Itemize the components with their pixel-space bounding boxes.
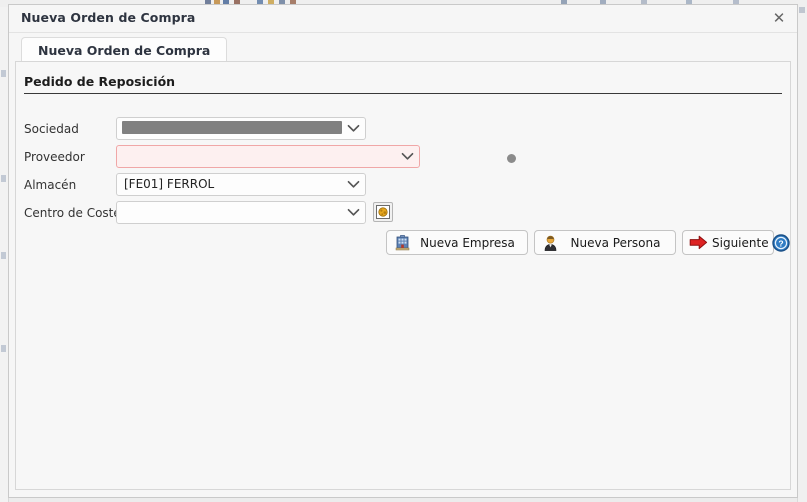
background-left-marker bbox=[1, 70, 6, 77]
siguiente-label: Siguiente bbox=[712, 235, 769, 250]
proveedor-combobox[interactable] bbox=[116, 145, 420, 168]
sociedad-redaction-bar bbox=[122, 121, 342, 134]
tab-nueva-orden-de-compra[interactable]: Nueva Orden de Compra bbox=[21, 37, 228, 64]
nueva-persona-button[interactable]: Nueva Persona bbox=[534, 230, 676, 255]
centro-de-coste-combobox[interactable] bbox=[116, 201, 366, 224]
centro-de-coste-value bbox=[124, 202, 339, 223]
almacen-value: [FE01] FERROL bbox=[124, 177, 215, 191]
chevron-down-icon[interactable] bbox=[395, 146, 419, 167]
svg-text:?: ? bbox=[778, 239, 783, 249]
dialog-titlebar: Nueva Orden de Compra ✕ bbox=[9, 5, 797, 33]
background-left-marker bbox=[1, 175, 6, 182]
label-sociedad: Sociedad bbox=[24, 122, 79, 136]
almacen-combobox[interactable]: [FE01] FERROL bbox=[116, 173, 366, 196]
sociedad-combobox[interactable] bbox=[116, 117, 366, 140]
label-proveedor: Proveedor bbox=[24, 150, 85, 164]
proveedor-value bbox=[124, 146, 393, 167]
section-heading: Pedido de Reposición bbox=[24, 74, 782, 94]
nueva-empresa-button[interactable]: Nueva Empresa bbox=[386, 230, 528, 255]
background-right-strip bbox=[797, 7, 807, 502]
chevron-down-icon[interactable] bbox=[341, 202, 365, 223]
tab-label: Nueva Orden de Compra bbox=[38, 43, 211, 58]
red-arrow-right-icon bbox=[688, 234, 708, 252]
centro-de-coste-browse-button[interactable] bbox=[373, 202, 393, 222]
close-icon[interactable]: ✕ bbox=[769, 8, 789, 28]
new-purchase-order-dialog: Nueva Orden de Compra ✕ Nueva Orden de C… bbox=[8, 4, 798, 498]
help-question-icon[interactable]: ? bbox=[772, 234, 790, 252]
label-centro-de-coste: Centro de Coste bbox=[24, 206, 121, 220]
nueva-persona-label: Nueva Persona bbox=[570, 235, 661, 250]
person-icon bbox=[540, 234, 560, 252]
tab-strip: Nueva Orden de Compra bbox=[9, 33, 797, 64]
background-left-marker bbox=[1, 252, 6, 259]
gray-dot-indicator bbox=[507, 154, 516, 163]
nueva-empresa-label: Nueva Empresa bbox=[420, 235, 515, 250]
dialog-title: Nueva Orden de Compra bbox=[21, 10, 196, 25]
background-left-marker bbox=[1, 345, 6, 352]
browse-lookup-icon bbox=[376, 205, 390, 219]
chevron-down-icon[interactable] bbox=[341, 118, 365, 139]
building-icon bbox=[392, 234, 412, 252]
label-almacen: Almacén bbox=[24, 178, 77, 192]
chevron-down-icon[interactable] bbox=[341, 174, 365, 195]
tab-panel: Pedido de Reposición Sociedad Proveedor bbox=[15, 61, 791, 490]
siguiente-button[interactable]: Siguiente bbox=[682, 230, 774, 255]
background-right-marker bbox=[799, 7, 805, 13]
